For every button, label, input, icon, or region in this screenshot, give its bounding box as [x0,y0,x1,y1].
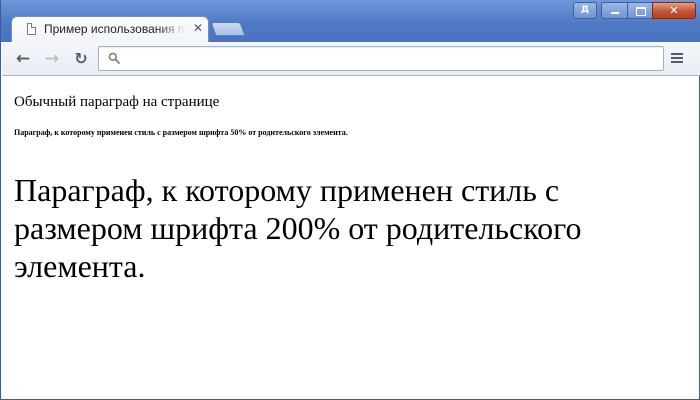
tab-active[interactable]: Пример использования про ✕ [11,16,209,42]
arrow-left-icon: ← [15,49,31,69]
reload-button[interactable]: ↻ [71,49,91,69]
reload-icon: ↻ [74,49,88,68]
user-profile-button[interactable]: Д [573,2,597,19]
minimize-button[interactable] [601,2,628,19]
toolbar: ← → ↻ [2,42,700,76]
back-button[interactable]: ← [13,49,33,69]
browser-window: Пример использования про ✕ Д ✕ ← → ↻ Обы… [0,0,700,400]
paragraph-normal: Обычный параграф на странице [14,94,220,110]
forward-button[interactable]: → [42,49,62,69]
close-window-button[interactable]: ✕ [652,2,696,19]
menu-icon-bar [671,61,683,63]
address-bar[interactable] [98,46,664,71]
new-tab-button[interactable] [210,22,246,36]
menu-button[interactable] [670,51,684,65]
paragraph-large: Параграф, к которому применен стиль с ра… [14,172,582,284]
tab-title: Пример использования про [44,22,186,36]
menu-icon-bar [671,57,683,59]
maximize-button[interactable] [627,2,653,19]
tab-close-icon[interactable]: ✕ [192,22,204,34]
search-icon [108,52,120,64]
page-icon [27,23,36,35]
menu-icon-bar [671,53,683,55]
title-bar: Пример использования про ✕ Д ✕ [1,0,700,42]
arrow-right-icon: → [44,49,60,69]
page-content: Обычный параграф на странице Параграф, к… [2,76,700,399]
address-input[interactable] [127,49,657,68]
paragraph-small: Параграф, к которому применен стиль с ра… [14,128,348,137]
